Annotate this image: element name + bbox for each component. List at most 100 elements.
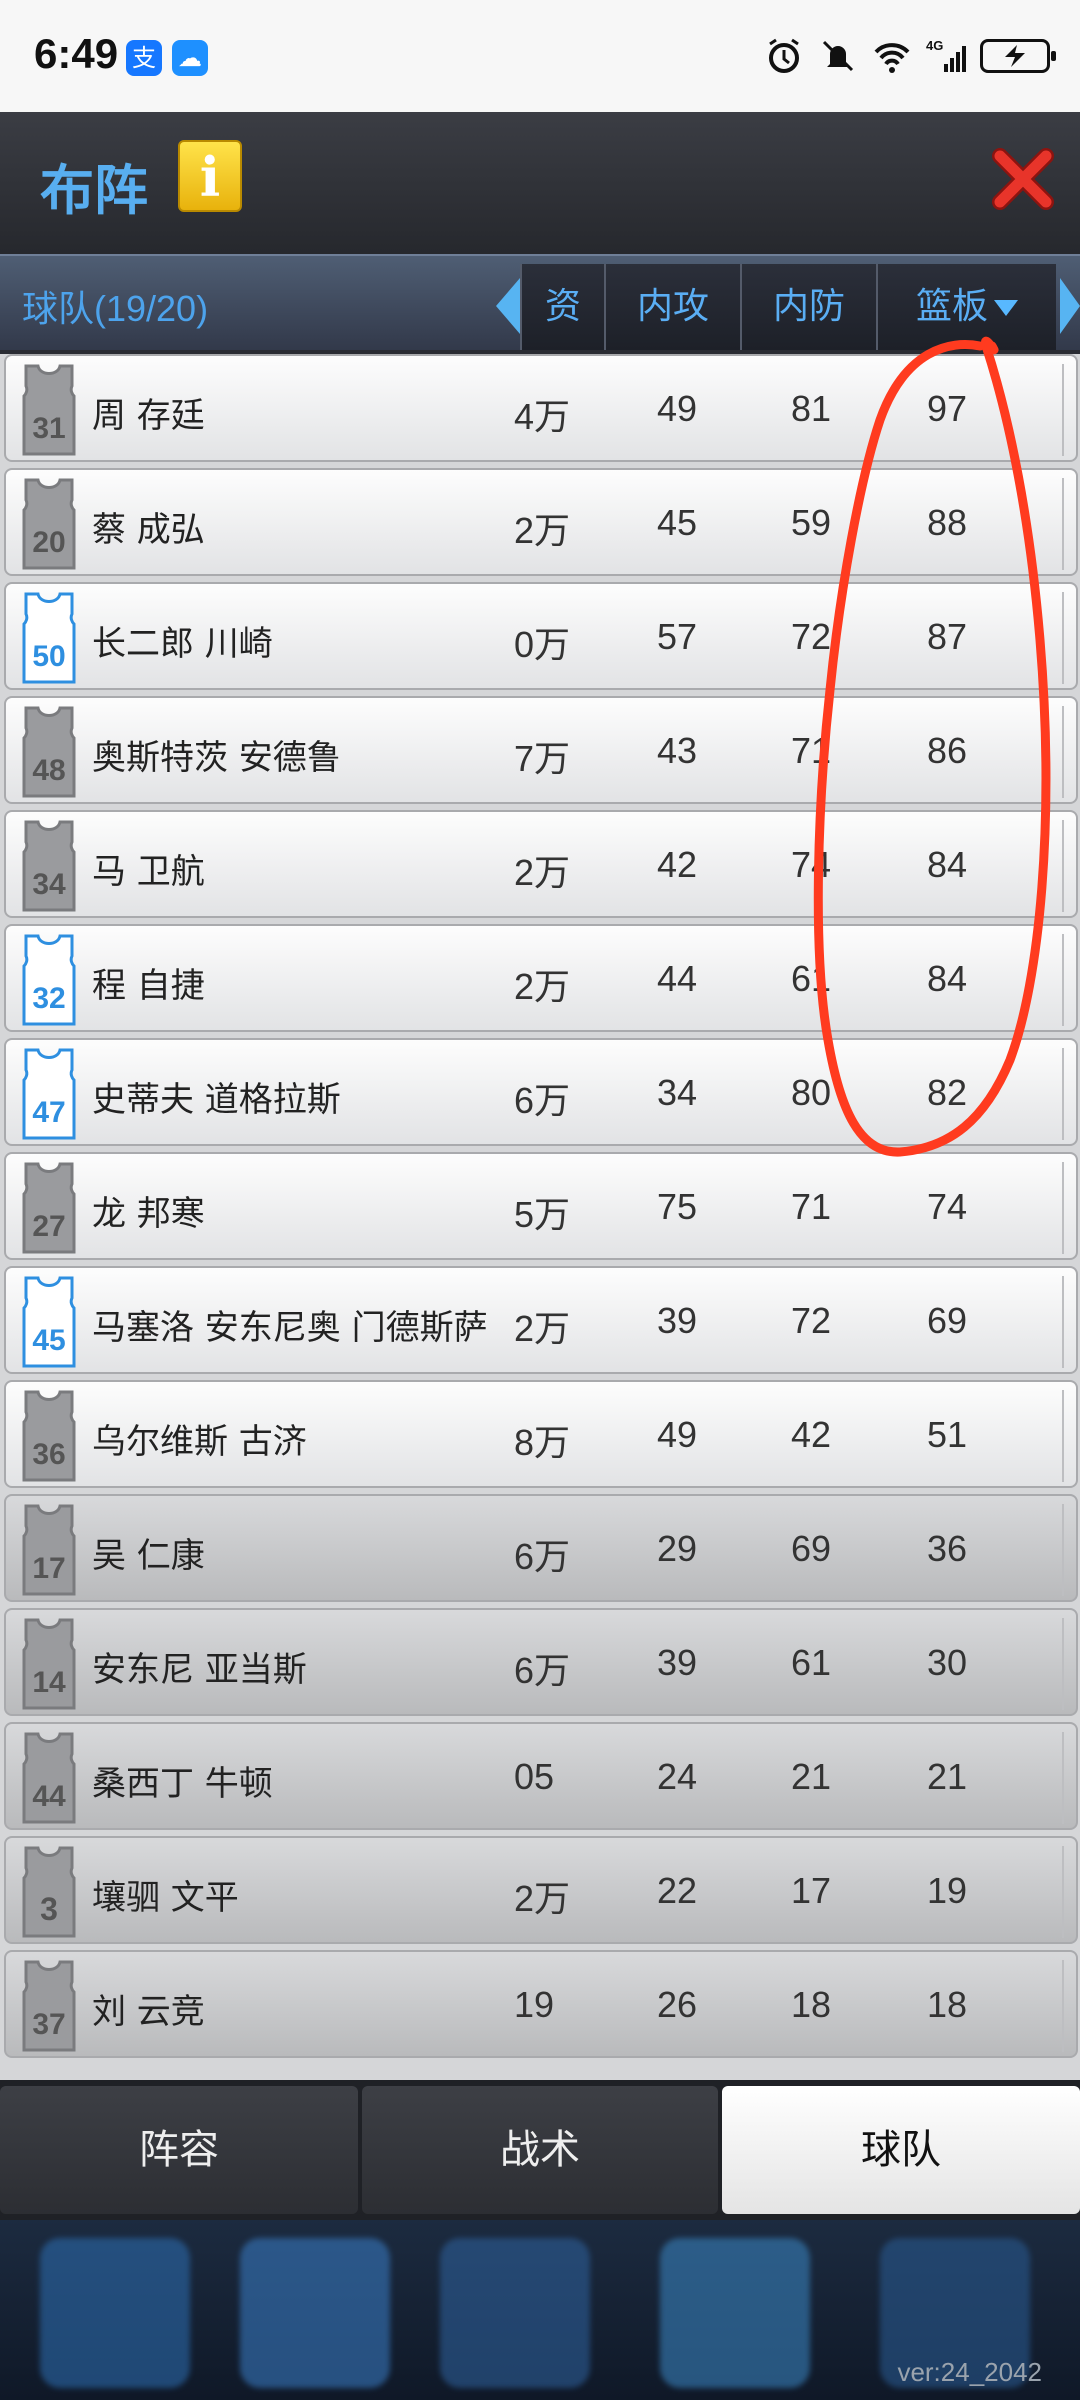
salary-cell: 6万 <box>514 1650 571 1691</box>
rebound-cell: 84 <box>926 958 968 999</box>
table-row[interactable]: 48 奥斯特茨 安德鲁 7万 43 71 86 <box>4 696 1078 804</box>
jersey-icon: 47 <box>22 1048 76 1140</box>
salary-cell: 2万 <box>514 966 571 1007</box>
column-inside-attack[interactable]: 内攻 <box>604 264 740 350</box>
jersey-icon: 32 <box>22 934 76 1026</box>
alarm-icon <box>769 38 799 73</box>
jersey-number: 20 <box>32 526 65 559</box>
table-row[interactable]: 17 吴 仁康 6万 29 69 36 <box>4 1494 1078 1602</box>
table-row[interactable]: 32 程 自捷 2万 44 61 84 <box>4 924 1078 1032</box>
tab-lineup[interactable]: 阵容 <box>0 2086 358 2214</box>
salary-cell: 6万 <box>514 1536 571 1577</box>
table-row[interactable]: 27 龙 邦寒 5万 75 71 74 <box>4 1152 1078 1260</box>
table-row[interactable]: 36 乌尔维斯 古济 8万 49 42 51 <box>4 1380 1078 1488</box>
inside-defense-cell: 71 <box>790 730 832 771</box>
table-row[interactable]: 34 马 卫航 2万 42 74 84 <box>4 810 1078 918</box>
table-row[interactable]: 45 马塞洛 安东尼奥 门德斯萨 2万 39 72 69 <box>4 1266 1078 1374</box>
column-rebound[interactable]: 篮板 <box>876 264 1056 350</box>
column-salary[interactable]: 资 <box>520 264 604 350</box>
salary-cell: 0万 <box>514 624 571 665</box>
salary-cell: 2万 <box>514 1308 571 1349</box>
inside-attack-cell: 57 <box>656 616 698 657</box>
team-count-label: 球队(19/20) <box>22 288 209 329</box>
info-button[interactable]: i <box>178 140 242 212</box>
inside-attack-cell: 34 <box>656 1072 698 1113</box>
player-name: 奥斯特茨 安德鲁 <box>92 738 341 778</box>
player-name: 乌尔维斯 古济 <box>92 1422 307 1462</box>
table-row[interactable]: 31 周 存廷 4万 49 81 97 <box>4 354 1078 462</box>
currency-icon[interactable] <box>240 2238 390 2388</box>
mute-icon <box>822 40 854 72</box>
battery-icon <box>980 39 1056 73</box>
tab-tactics[interactable]: 战术 <box>362 2086 718 2214</box>
status-time: 6:49 <box>34 30 119 77</box>
table-row[interactable]: 14 安东尼 亚当斯 6万 39 61 30 <box>4 1608 1078 1716</box>
salary-cell: 5万 <box>514 1194 571 1235</box>
inside-attack-cell: 49 <box>656 388 698 429</box>
jersey-icon: 37 <box>22 1960 76 2052</box>
signal-icon: 4G <box>926 38 966 72</box>
row-divider <box>1062 1504 1064 1596</box>
jersey-number: 44 <box>32 1780 66 1813</box>
rebound-cell: 30 <box>926 1642 968 1683</box>
svg-text:4G: 4G <box>926 38 943 53</box>
row-divider <box>1062 1390 1064 1482</box>
bottom-nav: ver:24_2042 <box>0 2220 1080 2400</box>
rebound-cell: 36 <box>926 1528 968 1569</box>
jersey-number: 14 <box>32 1666 66 1699</box>
row-divider <box>1062 934 1064 1026</box>
jersey-number: 37 <box>32 2008 65 2041</box>
column-inside-defense[interactable]: 内防 <box>740 264 876 350</box>
wifi-icon <box>874 43 910 73</box>
chat-icon[interactable] <box>660 2238 810 2388</box>
table-row[interactable]: 3 壤驷 文平 2万 22 17 19 <box>4 1836 1078 1944</box>
tab-team[interactable]: 球队 <box>722 2086 1080 2214</box>
inside-defense-cell: 72 <box>790 1300 832 1341</box>
inside-attack-cell: 43 <box>656 730 698 771</box>
inside-attack-cell: 26 <box>656 1984 698 2025</box>
player-name: 史蒂夫 道格拉斯 <box>92 1080 341 1120</box>
jersey-icon: 36 <box>22 1390 76 1482</box>
lineup-header: 布阵 i <box>0 112 1080 254</box>
jersey-nav-icon[interactable] <box>440 2238 590 2388</box>
salary-cell: 8万 <box>514 1422 571 1463</box>
table-row[interactable]: 47 史蒂夫 道格拉斯 6万 34 80 82 <box>4 1038 1078 1146</box>
inside-defense-cell: 72 <box>790 616 832 657</box>
salary-cell: 05 <box>514 1756 555 1797</box>
jersey-number: 32 <box>32 982 65 1015</box>
inside-defense-cell: 42 <box>790 1414 832 1455</box>
table-row[interactable]: 44 桑西丁 牛顿 05 24 21 21 <box>4 1722 1078 1830</box>
jersey-number: 34 <box>32 868 66 901</box>
jersey-number: 3 <box>40 1891 58 1927</box>
table-row[interactable]: 37 刘 云竞 19 26 18 18 <box>4 1950 1078 2058</box>
scroll-right-icon[interactable] <box>1060 278 1080 334</box>
table-header: 球队(19/20) 资 内攻 内防 篮板 <box>0 254 1080 350</box>
salary-cell: 2万 <box>514 852 571 893</box>
row-divider <box>1062 820 1064 912</box>
inside-defense-cell: 61 <box>790 1642 832 1683</box>
inside-defense-cell: 80 <box>790 1072 832 1113</box>
inside-attack-cell: 39 <box>656 1300 698 1341</box>
rebound-cell: 21 <box>926 1756 968 1797</box>
star-icon[interactable] <box>40 2238 190 2388</box>
jersey-number: 27 <box>32 1210 65 1243</box>
inside-attack-cell: 44 <box>656 958 698 999</box>
table-row[interactable]: 20 蔡 成弘 2万 45 59 88 <box>4 468 1078 576</box>
jersey-number: 36 <box>32 1438 65 1471</box>
close-icon[interactable] <box>988 144 1058 214</box>
row-divider <box>1062 1276 1064 1368</box>
player-name: 蔡 成弘 <box>92 510 205 550</box>
rebound-cell: 19 <box>926 1870 968 1911</box>
cloud-icon: ☁ <box>172 40 208 76</box>
player-list: 31 周 存廷 4万 49 81 97 20 蔡 成弘 2万 45 59 88 50 长二郎 川崎 0万 57… <box>0 354 1080 2080</box>
table-row[interactable]: 50 长二郎 川崎 0万 57 72 87 <box>4 582 1078 690</box>
scroll-left-icon[interactable] <box>496 278 520 334</box>
inside-defense-cell: 69 <box>790 1528 832 1569</box>
tab-bar: 阵容 战术 球队 <box>0 2080 1080 2220</box>
column-rebound-label: 篮板 <box>915 286 988 327</box>
player-name: 马 卫航 <box>92 852 205 892</box>
rebound-cell: 97 <box>926 388 968 429</box>
player-name: 马塞洛 安东尼奥 门德斯萨 <box>92 1308 488 1348</box>
row-divider <box>1062 1048 1064 1140</box>
jersey-icon: 31 <box>22 364 76 456</box>
